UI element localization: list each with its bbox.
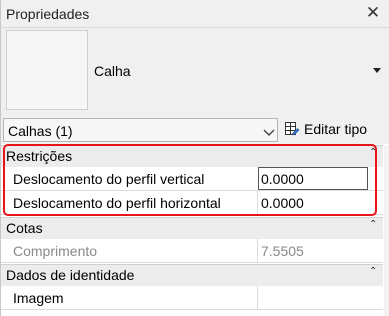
property-name: Comprimento [13, 243, 98, 259]
edit-type-label: Editar tipo [304, 121, 368, 137]
collapse-icon[interactable]: ⌃ [369, 267, 377, 277]
section-header-cotas[interactable]: Cotas ⌃ [1, 217, 383, 239]
property-value: 7.5505 [261, 243, 304, 259]
property-row-deslocamento-horizontal[interactable]: Deslocamento do perfil horizontal 0.0000 [1, 191, 383, 215]
property-value-field[interactable] [257, 286, 383, 309]
vertical-scrollbar[interactable] [384, 145, 389, 316]
edit-type-icon [284, 121, 300, 137]
section-label: Cotas [6, 220, 43, 236]
instance-bar: Calhas (1) Editar tipo [1, 116, 389, 144]
property-row-imagem[interactable]: Imagem [1, 286, 383, 310]
close-icon[interactable]: ✕ [364, 4, 382, 22]
section-header-dados-de-identidade[interactable]: Dados de identidade ⌃ [1, 264, 383, 286]
collapse-icon[interactable]: ⌃ [369, 220, 377, 230]
type-selector[interactable]: Calha [1, 28, 389, 116]
section-label: Restrições [6, 148, 73, 164]
panel-title: Propriedades [6, 6, 90, 22]
property-value-field[interactable]: 0.0000 [257, 191, 383, 214]
collapse-icon[interactable]: ⌃ [369, 148, 377, 158]
property-row-comprimento: Comprimento 7.5505 [1, 239, 383, 263]
dropdown-arrow-icon[interactable] [370, 63, 384, 77]
type-preview-image [6, 30, 88, 110]
property-value: 0.0000 [261, 171, 304, 187]
section-header-restricoes[interactable]: Restrições ⌃ [1, 145, 383, 167]
instance-filter-label: Calhas (1) [8, 123, 73, 139]
properties-panel: Propriedades ✕ Calha Calhas (1) Editar t… [0, 0, 389, 316]
title-bar: Propriedades ✕ [1, 0, 389, 28]
type-family-name: Calha [94, 63, 131, 79]
property-grid: Restrições ⌃ Deslocamento do perfil vert… [1, 145, 389, 316]
section-label: Dados de identidade [6, 267, 135, 283]
instance-filter-dropdown[interactable]: Calhas (1) [3, 118, 278, 142]
property-name: Deslocamento do perfil horizontal [13, 195, 221, 211]
property-name: Deslocamento do perfil vertical [13, 171, 205, 187]
property-value-input[interactable]: 0.0000 [258, 167, 368, 190]
property-value-field: 7.5505 [257, 239, 383, 262]
property-row-deslocamento-vertical[interactable]: Deslocamento do perfil vertical 0.0000 [1, 167, 383, 191]
property-name: Imagem [13, 290, 64, 306]
property-value: 0.0000 [261, 195, 304, 211]
chevron-down-icon [263, 125, 275, 141]
